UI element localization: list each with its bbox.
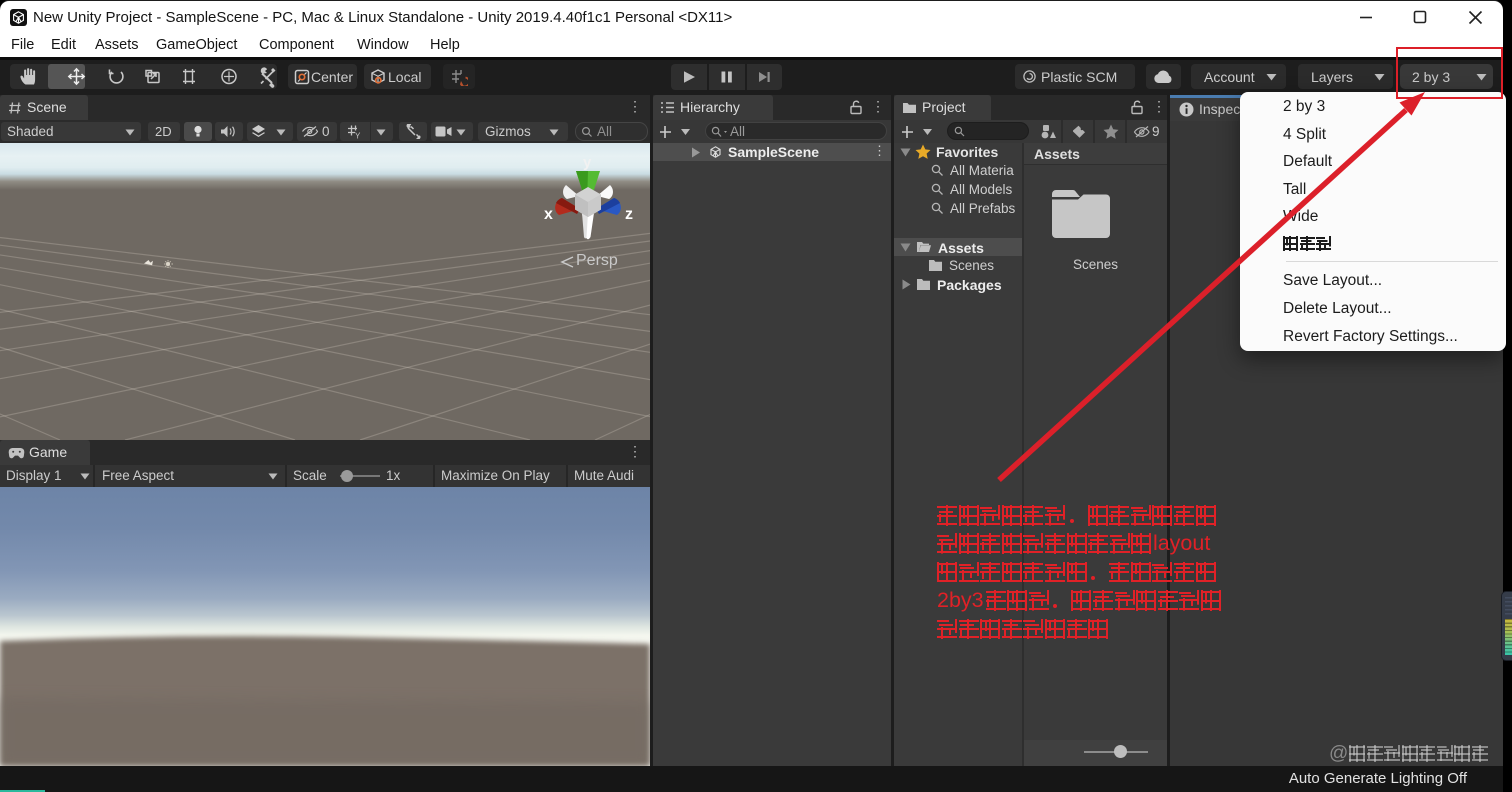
svg-text:y: y bbox=[583, 154, 592, 171]
svg-text:x: x bbox=[544, 206, 553, 223]
svg-text:z: z bbox=[625, 206, 633, 223]
svg-text:Y: Y bbox=[355, 132, 361, 141]
